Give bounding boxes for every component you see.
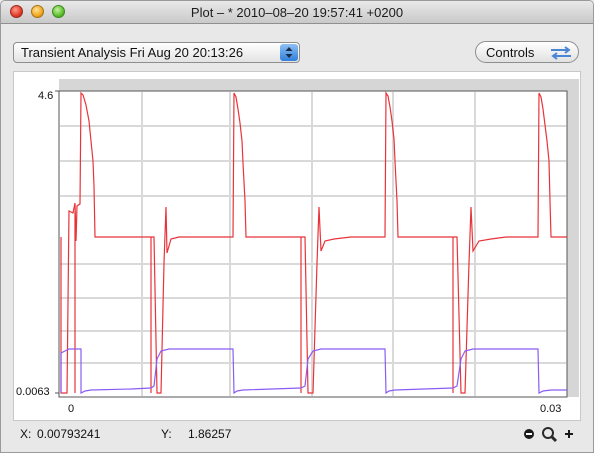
x-axis-min-label: 0 — [68, 403, 75, 415]
zoom-out-icon[interactable] — [524, 429, 534, 439]
y-axis-min-label: 0.0063 — [16, 386, 50, 398]
x-coord-value: 0.00793241 — [37, 427, 101, 441]
y-coord-value: 1.86257 — [188, 427, 232, 441]
zoom-in-icon[interactable] — [565, 430, 573, 438]
y-axis-max-label: 4.6 — [38, 90, 54, 102]
plot-right-strip — [567, 79, 579, 397]
magnifier-icon[interactable] — [542, 427, 558, 443]
plot-window: Plot – * 2010–08–20 19:57:41 +0200 Trans… — [0, 0, 594, 453]
plot-canvas[interactable] — [1, 1, 594, 453]
zoom-controls — [523, 425, 579, 448]
y-coord-label: Y: — [161, 427, 172, 441]
plot-top-band — [59, 79, 579, 91]
x-coord-label: X: — [20, 427, 32, 441]
x-axis-max-label: 0.03 — [540, 403, 562, 415]
